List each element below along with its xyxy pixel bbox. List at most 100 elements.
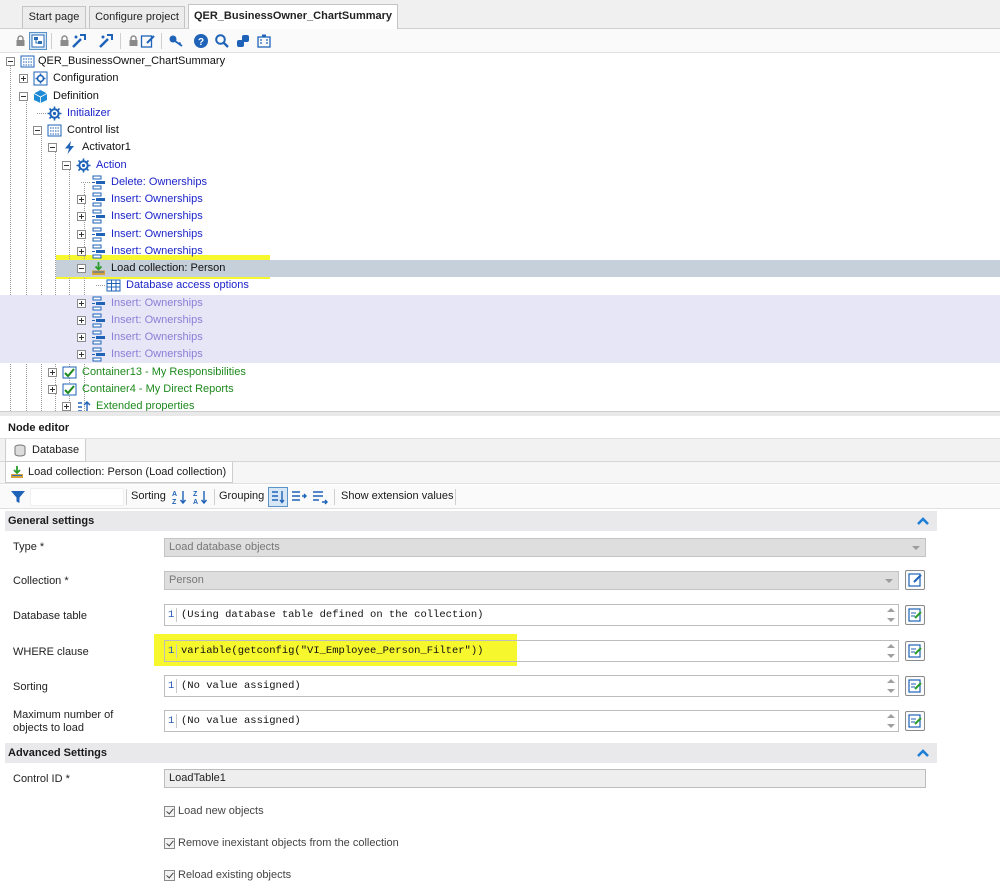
gear-icon bbox=[76, 158, 91, 173]
filter-icon[interactable] bbox=[10, 489, 26, 505]
expand-icon[interactable] bbox=[77, 229, 86, 239]
where-clause-edit-button[interactable] bbox=[905, 641, 925, 661]
type-select[interactable]: Load database objects bbox=[164, 538, 926, 557]
max-objects-label: Maximum number of objects to load bbox=[13, 709, 114, 734]
control-id-input[interactable]: LoadTable1 bbox=[164, 769, 926, 788]
expand-icon[interactable] bbox=[62, 402, 71, 411]
expand-icon[interactable] bbox=[77, 298, 86, 308]
collapse-icon[interactable] bbox=[33, 126, 42, 135]
expand-icon[interactable] bbox=[48, 367, 57, 377]
expand-icon[interactable] bbox=[77, 333, 86, 342]
scroll-arrows[interactable] bbox=[886, 678, 896, 694]
tree-view-icon[interactable] bbox=[29, 32, 47, 50]
tree-node-label: Insert: Ownerships bbox=[111, 348, 203, 361]
group-by-category-icon[interactable] bbox=[268, 487, 288, 507]
tree-node[interactable]: Definition bbox=[0, 88, 1000, 105]
collection-select[interactable]: Person bbox=[164, 571, 899, 590]
max-objects-editor[interactable]: 1 (No value assigned) bbox=[164, 710, 899, 732]
tree-node[interactable]: Insert: Ownerships bbox=[0, 329, 1000, 346]
tab-load-collection-label: Load collection: Person (Load collection… bbox=[28, 466, 227, 478]
expand-icon[interactable] bbox=[77, 315, 86, 325]
collapse-icon[interactable] bbox=[917, 748, 929, 758]
tree-node[interactable]: Activator1 bbox=[0, 139, 1000, 156]
tree-node[interactable]: Insert: Ownerships bbox=[0, 208, 1000, 225]
remove-inexistant-checkbox[interactable] bbox=[164, 838, 175, 849]
node-editor-tabs: Database bbox=[0, 438, 1000, 462]
tree-node[interactable]: Delete: Ownerships bbox=[0, 174, 1000, 191]
general-settings-header[interactable]: General settings bbox=[5, 511, 937, 531]
tab-database[interactable]: Database bbox=[5, 439, 87, 462]
tree-node[interactable]: QER_BusinessOwner_ChartSummary bbox=[0, 53, 1000, 70]
tab-configure-project[interactable]: Configure project bbox=[89, 6, 185, 28]
where-clause-label: WHERE clause bbox=[13, 646, 89, 658]
action-step-icon bbox=[91, 209, 106, 224]
advanced-settings-header[interactable]: Advanced Settings bbox=[5, 743, 937, 763]
svg-text:Z: Z bbox=[172, 499, 177, 505]
export-icon[interactable] bbox=[312, 489, 328, 505]
expand-icon[interactable] bbox=[77, 246, 86, 256]
collection-edit-button[interactable] bbox=[905, 570, 925, 590]
collapse-icon[interactable] bbox=[19, 91, 28, 101]
sort-descending-icon[interactable]: ZA bbox=[192, 489, 208, 506]
action-step-icon bbox=[91, 296, 106, 311]
tree-node-label: Database access options bbox=[126, 279, 249, 292]
database-table-editor[interactable]: 1 (Using database table defined on the c… bbox=[164, 604, 899, 626]
tree-node[interactable]: Action bbox=[0, 157, 1000, 174]
edit-icon[interactable] bbox=[139, 32, 157, 50]
tree-node[interactable]: Initializer bbox=[0, 105, 1000, 122]
tree-node[interactable]: Insert: Ownerships bbox=[0, 243, 1000, 260]
tab-load-collection[interactable]: Load collection: Person (Load collection… bbox=[5, 462, 234, 483]
tree-node[interactable]: Insert: Ownerships bbox=[0, 191, 1000, 208]
search-icon[interactable] bbox=[213, 32, 231, 50]
tree-node[interactable]: Insert: Ownerships bbox=[0, 311, 1000, 329]
tree-node[interactable]: Insert: Ownerships bbox=[0, 294, 1000, 312]
component-icon[interactable] bbox=[234, 32, 252, 50]
tab-database-label: Database bbox=[32, 444, 80, 456]
load-new-objects-checkbox[interactable] bbox=[164, 806, 175, 817]
expand-icon[interactable] bbox=[19, 74, 28, 84]
expand-icon[interactable] bbox=[48, 384, 57, 394]
tree-node-label: Configuration bbox=[53, 72, 119, 85]
show-extension-values-button[interactable]: Show extension values bbox=[341, 490, 454, 502]
collapse-icon[interactable] bbox=[917, 516, 929, 526]
scroll-arrows[interactable] bbox=[886, 643, 896, 659]
tab-chart-summary[interactable]: QER_BusinessOwner_ChartSummary bbox=[188, 4, 398, 29]
collapse-icon[interactable] bbox=[48, 143, 57, 153]
filter-input[interactable] bbox=[30, 488, 124, 506]
key-icon[interactable] bbox=[167, 32, 185, 50]
wand-icon[interactable] bbox=[97, 32, 115, 50]
expand-icon[interactable] bbox=[77, 195, 86, 204]
sort-ascending-icon[interactable]: AZ bbox=[171, 489, 187, 506]
tree-node[interactable]: Insert: Ownerships bbox=[0, 346, 1000, 364]
scroll-arrows[interactable] bbox=[886, 713, 896, 729]
sorting-editor[interactable]: 1 (No value assigned) bbox=[164, 675, 899, 697]
tree-node[interactable]: Configuration bbox=[0, 70, 1000, 87]
tree-node[interactable]: Extended properties bbox=[0, 398, 1000, 411]
collapse-icon[interactable] bbox=[62, 160, 71, 170]
action-step-icon bbox=[91, 347, 106, 362]
tree-node[interactable]: Container13 - My Responsibilities bbox=[0, 364, 1000, 381]
sorting-edit-button[interactable] bbox=[905, 676, 925, 696]
scroll-arrows[interactable] bbox=[886, 607, 896, 623]
building-icon[interactable] bbox=[255, 32, 273, 50]
group-list-icon[interactable] bbox=[291, 489, 307, 505]
reload-existing-checkbox[interactable] bbox=[164, 870, 175, 881]
collapse-icon[interactable] bbox=[6, 57, 15, 66]
tree-node[interactable]: Database access options bbox=[0, 277, 1000, 294]
tab-start-page[interactable]: Start page bbox=[22, 6, 86, 28]
tree-node[interactable]: Insert: Ownerships bbox=[0, 226, 1000, 243]
panel-splitter[interactable] bbox=[0, 411, 1000, 416]
tree-node[interactable]: Container4 - My Direct Reports bbox=[0, 381, 1000, 398]
load-new-objects-label: Load new objects bbox=[178, 805, 264, 817]
tree-node[interactable]: Load collection: Person bbox=[56, 260, 1000, 277]
help-icon[interactable]: ? bbox=[192, 32, 210, 50]
lock-icon[interactable] bbox=[11, 32, 29, 50]
collapse-icon[interactable] bbox=[77, 264, 86, 273]
where-clause-editor[interactable]: 1 variable(getconfig("VI_Employee_Person… bbox=[164, 640, 899, 662]
expand-icon[interactable] bbox=[77, 212, 86, 222]
max-objects-edit-button[interactable] bbox=[905, 711, 925, 731]
expand-icon[interactable] bbox=[77, 350, 86, 360]
wand-icon[interactable] bbox=[70, 32, 88, 50]
tree-node[interactable]: Control list bbox=[0, 122, 1000, 139]
database-table-edit-button[interactable] bbox=[905, 605, 925, 625]
